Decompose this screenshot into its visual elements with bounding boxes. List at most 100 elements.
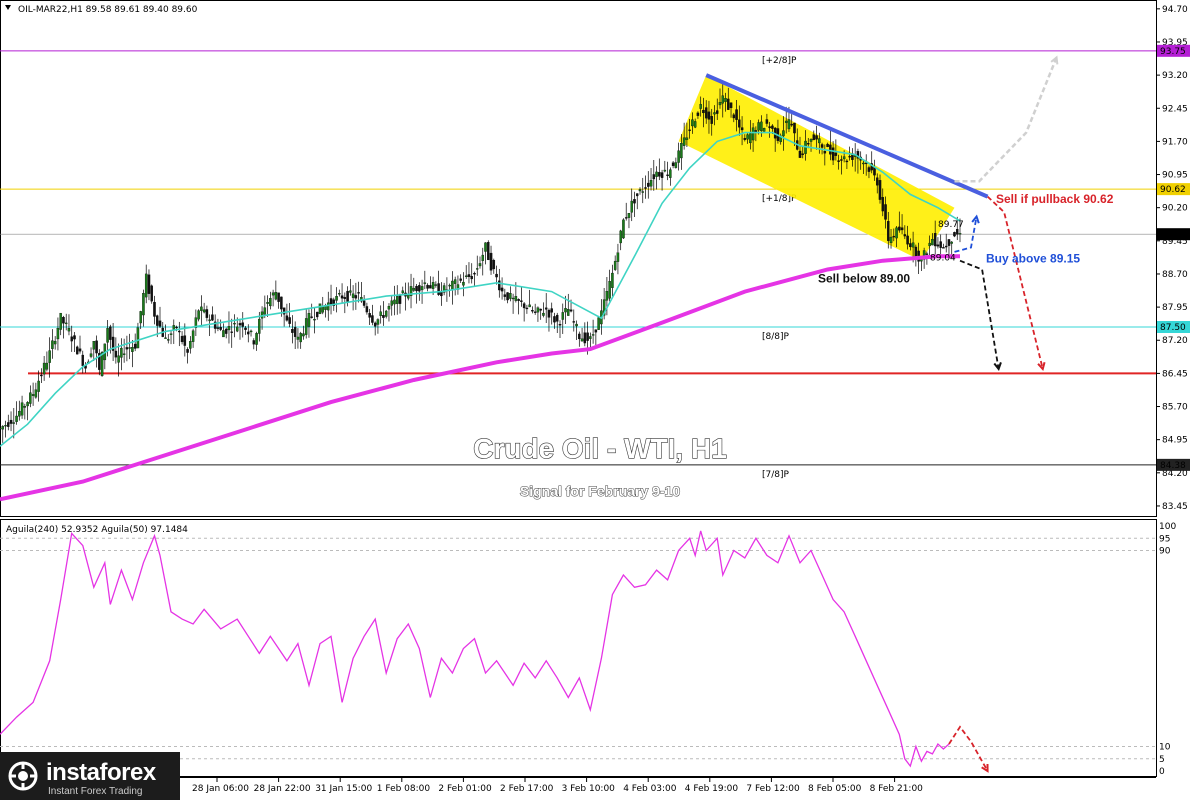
candle-body	[478, 263, 482, 267]
candle-body	[953, 232, 956, 237]
logo-name: instaforex	[46, 759, 156, 786]
candle-body	[511, 297, 515, 300]
candle-body	[114, 350, 118, 358]
candle-body	[484, 242, 487, 252]
candle-body	[522, 303, 526, 309]
candle-body	[172, 325, 176, 330]
candle-body	[619, 230, 622, 244]
candle-body	[351, 293, 355, 298]
candle-body	[666, 174, 669, 177]
x-tick-label: 28 Jan 06:00	[192, 784, 249, 794]
candle-body	[0, 427, 2, 430]
trading-chart[interactable]: [+2/8]P[+1/8]P[8/8]P[7/8]P Sell if pullb…	[0, 0, 1200, 800]
candle-body	[321, 306, 325, 313]
candle-body	[329, 298, 333, 305]
instaforex-logo: instaforex Instant Forex Trading	[0, 752, 180, 800]
candle-body	[26, 402, 29, 407]
y-tick-label: 93.20	[1162, 71, 1188, 81]
candle-body	[56, 328, 60, 340]
osc-tick-label: 95	[1159, 534, 1170, 544]
candle-body	[313, 318, 316, 321]
candle-body	[412, 288, 416, 291]
time-axis: 28 Jan 06:00 28 Jan 22:00 31 Jan 15:00 1 Fe…	[192, 777, 923, 794]
candle-body	[729, 102, 733, 109]
annotation-buy: Buy above 89.15	[986, 252, 1080, 266]
candle-body	[277, 292, 280, 302]
candle-body	[887, 221, 890, 241]
candle-body	[208, 319, 211, 322]
candle-body	[183, 335, 187, 346]
candle-body	[310, 316, 313, 318]
candle-body	[340, 295, 344, 299]
y-tick-label: 88.70	[1162, 270, 1188, 280]
candle-body	[925, 253, 929, 255]
candle-body	[671, 162, 675, 167]
candle-body	[550, 308, 553, 313]
candle-body	[801, 153, 805, 155]
candle-body	[434, 284, 438, 286]
candle-body	[420, 286, 424, 291]
candle-body	[878, 180, 882, 200]
candle-body	[67, 328, 71, 332]
candle-body	[150, 285, 153, 302]
candle-body	[20, 402, 24, 416]
candle-body	[771, 125, 774, 129]
candle-body	[398, 295, 402, 304]
candle-body	[258, 318, 261, 334]
candle-body	[751, 127, 755, 141]
candle-body	[147, 274, 151, 294]
candle-body	[558, 324, 562, 326]
osc-tick-label: 100	[1159, 522, 1176, 532]
candle-body	[89, 353, 93, 357]
candle-body	[644, 187, 647, 189]
candle-body	[382, 315, 385, 318]
candle-body	[158, 320, 162, 327]
candle-body	[798, 150, 802, 158]
candle-body	[693, 121, 697, 128]
candle-body	[70, 336, 73, 342]
candle-body	[384, 310, 388, 317]
x-tick-label: 8 Feb 21:00	[870, 784, 924, 794]
candle-body	[682, 137, 686, 146]
symbol-header: OIL-MAR22,H1 89.58 89.61 89.40 89.60	[18, 5, 198, 15]
candle-body	[128, 347, 131, 349]
candle-body	[453, 279, 457, 284]
indicator-pane[interactable]	[0, 519, 1157, 777]
candle-body	[9, 419, 13, 424]
annotation-level: 89.04	[930, 253, 956, 263]
chart-title: Crude Oil - WTI, H1	[473, 433, 727, 464]
candle-body	[738, 119, 741, 128]
level-label: [7/8]P	[762, 470, 790, 480]
candle-body	[155, 315, 159, 326]
candle-body	[34, 389, 38, 398]
candle-body	[393, 299, 396, 305]
candle-body	[605, 291, 609, 301]
candle-body	[293, 327, 297, 337]
candle-body	[42, 362, 46, 375]
candle-body	[749, 133, 752, 144]
candle-body	[669, 169, 672, 178]
candle-body	[958, 233, 962, 235]
candle-body	[713, 112, 716, 115]
candle-body	[426, 284, 429, 289]
candle-body	[125, 347, 129, 350]
candle-body	[224, 328, 228, 334]
osc-tick-label: 0	[1159, 767, 1165, 777]
candle-body	[492, 260, 496, 270]
candle-body	[784, 120, 788, 123]
candle-body	[37, 380, 40, 392]
candle-body	[327, 302, 330, 311]
candle-body	[7, 422, 10, 427]
candle-body	[944, 245, 948, 248]
candle-body	[928, 242, 931, 247]
candle-body	[561, 312, 565, 320]
candle-body	[376, 319, 380, 325]
candle-body	[415, 285, 418, 292]
candle-body	[575, 323, 578, 327]
candle-body	[936, 244, 940, 247]
candle-body	[266, 302, 269, 304]
candle-body	[638, 189, 642, 192]
candle-body	[578, 333, 581, 340]
candle-body	[200, 306, 203, 311]
candle-body	[820, 144, 824, 148]
